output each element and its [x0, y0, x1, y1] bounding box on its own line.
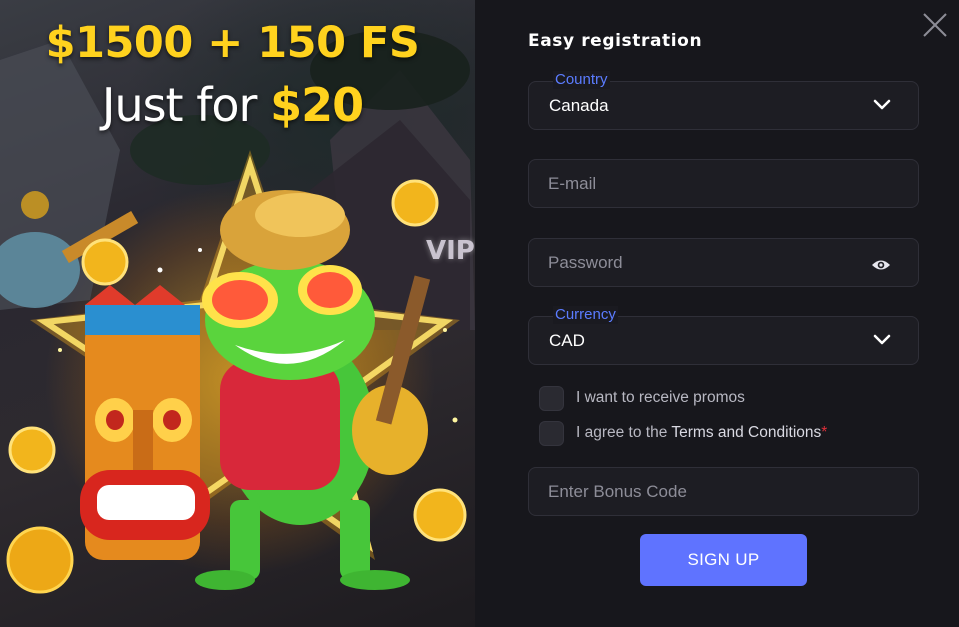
- terms-link[interactable]: Terms and Conditions: [671, 424, 821, 441]
- promo-sub-prefix: Just for: [101, 78, 271, 132]
- terms-checkbox-row[interactable]: I agree to the Terms and Conditions*: [539, 420, 827, 446]
- bonus-code-placeholder: Enter Bonus Code: [548, 482, 687, 501]
- vip-sign: VIP: [426, 236, 475, 266]
- email-field[interactable]: E-mail: [528, 159, 919, 208]
- password-placeholder: Password: [548, 253, 623, 272]
- promos-checkbox-row[interactable]: I want to receive promos: [539, 385, 745, 411]
- terms-checkbox-label: I agree to the Terms and Conditions*: [576, 424, 827, 442]
- terms-label-prefix: I agree to the: [576, 424, 672, 441]
- promo-panel: $1500 + 150 FS Just for $20 VIP: [0, 0, 475, 627]
- country-select[interactable]: Country Canada: [528, 71, 919, 130]
- chevron-down-icon: [873, 99, 891, 110]
- promo-subheadline: Just for $20: [0, 78, 465, 132]
- chevron-down-icon: [873, 334, 891, 345]
- promos-checkbox-label: I want to receive promos: [576, 389, 745, 406]
- country-value: Canada: [549, 96, 609, 115]
- currency-label: Currency: [553, 306, 618, 324]
- sign-up-button[interactable]: SIGN UP: [640, 534, 807, 586]
- promos-checkbox[interactable]: [539, 385, 564, 411]
- required-mark: *: [821, 424, 828, 441]
- email-placeholder: E-mail: [548, 174, 597, 193]
- bonus-code-field[interactable]: Enter Bonus Code: [528, 467, 919, 516]
- country-label: Country: [553, 71, 610, 89]
- close-icon[interactable]: [920, 10, 950, 40]
- terms-checkbox[interactable]: [539, 420, 564, 446]
- password-field[interactable]: Password: [528, 238, 919, 287]
- currency-value: CAD: [549, 331, 585, 350]
- promo-sub-amount: $20: [270, 78, 364, 132]
- promo-headline: $1500 + 150 FS: [45, 18, 420, 68]
- currency-select[interactable]: Currency CAD: [528, 306, 919, 365]
- eye-icon[interactable]: [871, 258, 891, 272]
- form-title: Easy registration: [528, 31, 703, 51]
